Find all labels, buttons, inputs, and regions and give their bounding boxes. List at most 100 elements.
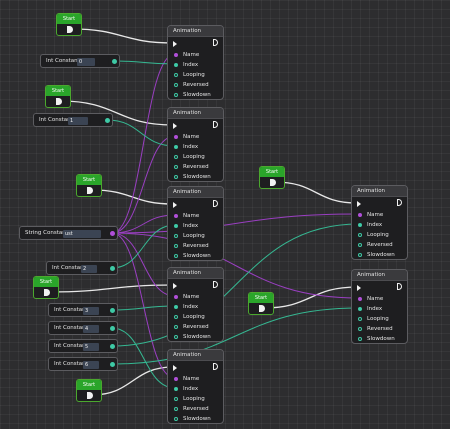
input-pin[interactable]	[358, 307, 362, 311]
input-pin[interactable]	[174, 397, 178, 401]
constant-value-field[interactable]: ust	[63, 230, 101, 238]
animation-node[interactable]: Animation Name Index Looping Reversed Slowdow…	[351, 185, 408, 260]
input-pin[interactable]	[358, 223, 362, 227]
input-pin[interactable]	[174, 254, 178, 258]
input-pin[interactable]	[174, 417, 178, 421]
start-node[interactable]: Start	[56, 13, 82, 36]
input-pin[interactable]	[174, 305, 178, 309]
flow-output-pin[interactable]	[213, 39, 218, 46]
output-pin[interactable]	[112, 59, 117, 64]
flow-output-pin[interactable]	[213, 363, 218, 370]
int-constant-node[interactable]: Int Constant 3	[48, 303, 118, 317]
constant-value-field[interactable]: 5	[83, 343, 99, 351]
flow-output-pin[interactable]	[87, 187, 93, 194]
constant-value-field[interactable]: 6	[83, 361, 99, 369]
constant-value-field[interactable]: 4	[83, 325, 99, 333]
start-node[interactable]: Start	[248, 292, 274, 315]
output-pin[interactable]	[110, 362, 115, 367]
constant-label: Int Constant	[46, 58, 80, 64]
input-pin[interactable]	[358, 253, 362, 257]
flow-input-pin[interactable]	[173, 202, 177, 208]
input-pin[interactable]	[358, 327, 362, 331]
output-pin[interactable]	[110, 231, 115, 236]
input-pin[interactable]	[174, 93, 178, 97]
string-constant-node[interactable]: String Constant ust	[19, 226, 118, 240]
start-node[interactable]: Start	[76, 174, 102, 197]
flow-input-pin[interactable]	[173, 123, 177, 129]
input-pin[interactable]	[174, 83, 178, 87]
flow-output-pin[interactable]	[56, 98, 62, 105]
input-pin[interactable]	[174, 315, 178, 319]
input-pin[interactable]	[174, 175, 178, 179]
constant-label: String Constant	[25, 230, 68, 236]
input-pin[interactable]	[174, 295, 178, 299]
input-pin[interactable]	[174, 145, 178, 149]
flow-input-pin[interactable]	[173, 365, 177, 371]
flow-output-pin[interactable]	[397, 199, 402, 206]
input-pin[interactable]	[174, 63, 178, 67]
flow-output-pin[interactable]	[213, 200, 218, 207]
input-pin[interactable]	[358, 213, 362, 217]
flow-output-pin[interactable]	[270, 179, 276, 186]
flow-output-pin[interactable]	[213, 281, 218, 288]
output-pin[interactable]	[110, 326, 115, 331]
start-node[interactable]: Start	[45, 85, 71, 108]
input-pin[interactable]	[174, 53, 178, 57]
input-pin[interactable]	[174, 335, 178, 339]
flow-input-pin[interactable]	[357, 201, 361, 207]
output-pin[interactable]	[110, 344, 115, 349]
constant-value-field[interactable]: 3	[83, 307, 99, 315]
flow-output-pin[interactable]	[213, 121, 218, 128]
animation-node[interactable]: Animation Name Index Looping Reversed Slowdow…	[167, 25, 224, 100]
input-pin[interactable]	[174, 214, 178, 218]
int-constant-node[interactable]: Int Constant 6	[48, 357, 118, 371]
flow-output-pin[interactable]	[44, 289, 50, 296]
animation-node[interactable]: Animation Name Index Looping Reversed Slowdow…	[167, 267, 224, 342]
flow-input-pin[interactable]	[173, 41, 177, 47]
flow-output-pin[interactable]	[259, 305, 265, 312]
output-pin[interactable]	[105, 118, 110, 123]
int-constant-node[interactable]: Int Constant 5	[48, 339, 118, 353]
input-pin[interactable]	[174, 377, 178, 381]
output-pin[interactable]	[110, 266, 115, 271]
int-constant-node[interactable]: Int Constant 2	[46, 261, 118, 275]
animation-node[interactable]: Animation Name Index Looping Reversed Slowdow…	[167, 107, 224, 182]
flow-output-pin[interactable]	[87, 392, 93, 399]
start-node-title: Start	[249, 293, 273, 303]
flow-input-pin[interactable]	[357, 285, 361, 291]
input-pin[interactable]	[174, 155, 178, 159]
input-pin[interactable]	[358, 233, 362, 237]
constant-value-field[interactable]: 2	[81, 265, 97, 273]
input-pin[interactable]	[358, 337, 362, 341]
input-pin[interactable]	[174, 325, 178, 329]
int-constant-node[interactable]: Int Constant 1	[33, 113, 113, 127]
input-pin[interactable]	[174, 135, 178, 139]
input-pin[interactable]	[358, 297, 362, 301]
input-pin[interactable]	[174, 234, 178, 238]
start-node[interactable]: Start	[33, 276, 59, 299]
input-label: Reversed	[183, 406, 209, 412]
animation-node[interactable]: Animation Name Index Looping Reversed Slowdow…	[351, 269, 408, 344]
flow-output-pin[interactable]	[67, 26, 73, 33]
int-constant-node[interactable]: Int Constant 4	[48, 321, 118, 335]
input-pin[interactable]	[174, 224, 178, 228]
output-pin[interactable]	[110, 308, 115, 313]
start-node[interactable]: Start	[259, 166, 285, 189]
input-pin[interactable]	[174, 387, 178, 391]
input-pin[interactable]	[358, 243, 362, 247]
constant-value-field[interactable]: 1	[68, 117, 88, 125]
flow-output-pin[interactable]	[397, 283, 402, 290]
input-pin[interactable]	[174, 407, 178, 411]
flow-input-pin[interactable]	[173, 283, 177, 289]
node-graph-canvas[interactable]: Animation Name Index Looping Reversed Slowdow…	[0, 0, 450, 429]
int-constant-node[interactable]: Int Constant 0	[40, 54, 120, 68]
animation-node[interactable]: Animation Name Index Looping Reversed Slowdow…	[167, 349, 224, 424]
constant-value-field[interactable]: 0	[77, 58, 95, 66]
input-pin[interactable]	[174, 165, 178, 169]
input-pin[interactable]	[358, 317, 362, 321]
start-node[interactable]: Start	[76, 379, 102, 402]
input-pin[interactable]	[174, 244, 178, 248]
input-pin[interactable]	[174, 73, 178, 77]
animation-node[interactable]: Animation Name Index Looping Reversed Slowdow…	[167, 186, 224, 261]
input-row: Reversed	[168, 404, 223, 414]
